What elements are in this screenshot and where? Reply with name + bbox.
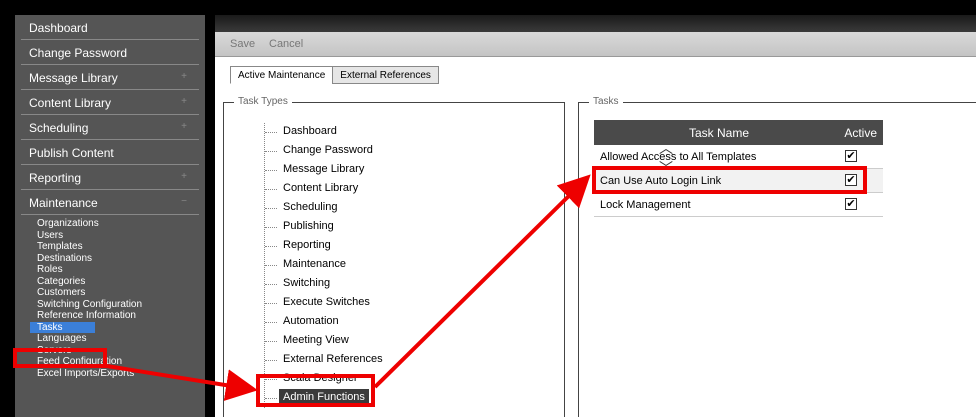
- tree-item-label: Scheduling: [283, 201, 338, 213]
- tree-item-label: Automation: [283, 315, 339, 327]
- expand-icon: +: [181, 71, 187, 82]
- tree-item[interactable]: Publishing: [265, 218, 383, 237]
- tree-item[interactable]: Content Library: [265, 180, 383, 199]
- scroll-up-icon[interactable]: ︿: [659, 138, 673, 158]
- sidebar-item-label: Change Password: [29, 46, 128, 60]
- task-name: Lock Management: [600, 199, 691, 211]
- expand-icon: +: [181, 121, 187, 132]
- tree-item[interactable]: Message Library: [265, 161, 383, 180]
- task-name-header: Task Name: [689, 126, 750, 140]
- sidebar-item-label: Publish Content: [29, 146, 114, 160]
- tree-item-label: Change Password: [283, 144, 373, 156]
- task-types-legend: Task Types: [234, 96, 292, 107]
- tree-item[interactable]: Switching: [265, 275, 383, 294]
- tree-item-label: Content Library: [283, 182, 359, 194]
- task-types-tree: Dashboard Change Password Message Library C…: [264, 123, 383, 408]
- sidebar-item-reporting[interactable]: Reporting +: [21, 165, 199, 190]
- tree-item-label: Publishing: [283, 220, 334, 232]
- tab-bar: Active Maintenance External References: [230, 65, 439, 84]
- sidebar-subitem-customers[interactable]: Customers: [15, 287, 205, 299]
- highlight-tasks-item: [13, 348, 107, 368]
- sidebar-item-label: Dashboard: [29, 21, 88, 35]
- sidebar-item-scheduling[interactable]: Scheduling +: [21, 115, 199, 140]
- sidebar-subitem-organizations[interactable]: Organizations: [15, 218, 205, 230]
- main-panel: Save Cancel Active Maintenance External R…: [215, 15, 976, 417]
- save-button[interactable]: Save: [230, 38, 255, 50]
- active-header: Active: [844, 126, 877, 140]
- sidebar-item-maintenance[interactable]: Maintenance −: [21, 190, 199, 215]
- tree-item-label: External References: [283, 353, 383, 365]
- tree-item[interactable]: Scheduling: [265, 199, 383, 218]
- expand-icon: −: [181, 196, 187, 207]
- sidebar-item-content-library[interactable]: Content Library +: [21, 90, 199, 115]
- tab-active-maintenance[interactable]: Active Maintenance: [230, 66, 334, 84]
- tree-item-label: Maintenance: [283, 258, 346, 270]
- sidebar-subitem-reference-information[interactable]: Reference Information: [15, 310, 205, 322]
- sidebar-item-publish-content[interactable]: Publish Content: [21, 140, 199, 165]
- sidebar-item-label: Scheduling: [29, 121, 89, 135]
- highlight-admin-functions: [256, 374, 375, 407]
- app-frame: Dashboard Change Password Message Library +…: [0, 0, 976, 417]
- sidebar-item-label: Message Library: [29, 71, 118, 85]
- tree-item[interactable]: Meeting View: [265, 332, 383, 351]
- active-checkbox[interactable]: ✔: [845, 150, 857, 162]
- tree-item[interactable]: Automation: [265, 313, 383, 332]
- sidebar-item-label: Content Library: [29, 96, 112, 110]
- tree-item-label: Dashboard: [283, 125, 337, 137]
- sidebar-subitem-categories[interactable]: Categories: [15, 276, 205, 288]
- sidebar-item-message-library[interactable]: Message Library +: [21, 65, 199, 90]
- tree-item[interactable]: Dashboard: [265, 123, 383, 142]
- sidebar-item-label: Maintenance: [29, 196, 98, 210]
- tasks-panel: Tasks Task Name Active Allowed Access to…: [578, 96, 976, 417]
- sidebar-subitem-switching-configuration[interactable]: Switching Configuration: [15, 299, 205, 311]
- sidebar-subitem-destinations[interactable]: Destinations: [15, 253, 205, 265]
- tree-item-label: Execute Switches: [283, 296, 370, 308]
- sidebar-item-label: Reporting: [29, 171, 82, 185]
- expand-icon: +: [181, 171, 187, 182]
- tasks-table-header: Task Name Active: [594, 120, 883, 145]
- tree-item-label: Switching: [283, 277, 331, 289]
- expand-icon: +: [181, 96, 187, 107]
- tree-item[interactable]: Maintenance: [265, 256, 383, 275]
- task-name: Allowed Access to All Templates: [600, 151, 757, 163]
- sidebar-subitem-excel-imports-exports[interactable]: Excel Imports/Exports: [15, 368, 205, 380]
- sidebar-item-change-password[interactable]: Change Password: [21, 40, 199, 65]
- sidebar-item-dashboard[interactable]: Dashboard: [21, 15, 199, 40]
- cancel-button[interactable]: Cancel: [269, 38, 303, 50]
- tree-item[interactable]: Execute Switches: [265, 294, 383, 313]
- sidebar-main-list: Dashboard Change Password Message Library +…: [15, 15, 205, 215]
- sidebar-subitem-templates[interactable]: Templates: [15, 241, 205, 253]
- sidebar-subitem-languages[interactable]: Languages: [15, 333, 205, 345]
- tree-item[interactable]: Reporting: [265, 237, 383, 256]
- tree-item[interactable]: Change Password: [265, 142, 383, 161]
- sidebar-subitem-users[interactable]: Users: [15, 230, 205, 242]
- tasks-legend: Tasks: [589, 96, 623, 107]
- tree-item-label: Message Library: [283, 163, 365, 175]
- tree-item-label: Reporting: [283, 239, 331, 251]
- sidebar-subitem-roles[interactable]: Roles: [15, 264, 205, 276]
- tree-item[interactable]: External References: [265, 351, 383, 370]
- top-band: [215, 15, 976, 32]
- task-types-panel: Task Types Dashboard Change Password Messa…: [223, 96, 565, 417]
- active-checkbox[interactable]: ✔: [845, 198, 857, 210]
- table-row[interactable]: Lock Management ✔: [594, 193, 883, 217]
- tab-external-references[interactable]: External References: [332, 66, 439, 84]
- tree-item-label: Meeting View: [283, 334, 349, 346]
- toolbar: Save Cancel: [215, 32, 976, 57]
- highlight-auto-login-row: [592, 166, 867, 194]
- sidebar-subitem-tasks[interactable]: Tasks: [30, 321, 95, 333]
